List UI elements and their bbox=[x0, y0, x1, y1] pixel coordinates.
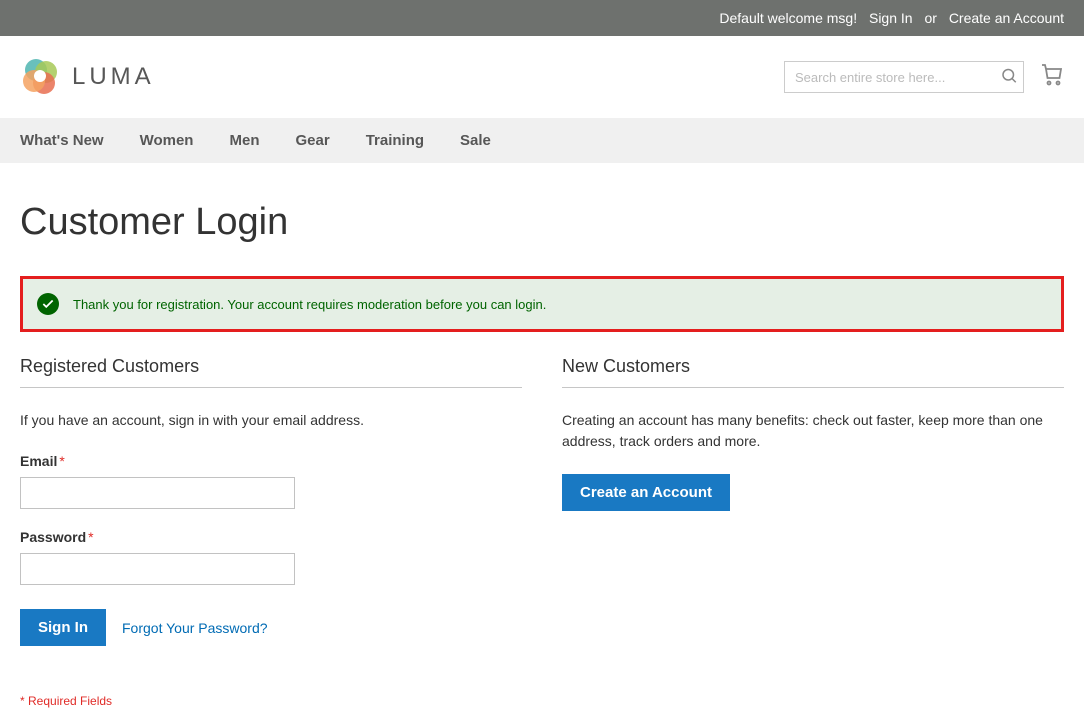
sign-in-button[interactable]: Sign In bbox=[20, 609, 106, 646]
logo-text: LUMA bbox=[72, 63, 155, 91]
required-asterisk: * bbox=[59, 453, 64, 469]
newcust-title: New Customers bbox=[562, 356, 1064, 388]
logo[interactable]: LUMA bbox=[20, 56, 155, 98]
nav-item-training[interactable]: Training bbox=[366, 118, 446, 163]
registered-title: Registered Customers bbox=[20, 356, 522, 388]
search-input[interactable] bbox=[784, 61, 1024, 93]
nav-item-gear[interactable]: Gear bbox=[295, 118, 351, 163]
registered-customers-block: Registered Customers If you have an acco… bbox=[20, 356, 522, 708]
new-customers-block: New Customers Creating an account has ma… bbox=[562, 356, 1064, 708]
password-field[interactable] bbox=[20, 553, 295, 585]
success-alert: Thank you for registration. Your account… bbox=[20, 276, 1064, 332]
create-account-link[interactable]: Create an Account bbox=[949, 10, 1064, 26]
sign-in-link[interactable]: Sign In bbox=[869, 10, 913, 26]
cart-button[interactable] bbox=[1040, 63, 1064, 92]
nav-item-women[interactable]: Women bbox=[140, 118, 216, 163]
search-icon bbox=[1000, 67, 1018, 85]
logo-icon bbox=[20, 56, 62, 98]
welcome-msg: Default welcome msg! bbox=[719, 10, 857, 26]
login-columns: Registered Customers If you have an acco… bbox=[20, 356, 1064, 708]
forgot-password-link[interactable]: Forgot Your Password? bbox=[122, 620, 268, 636]
required-asterisk: * bbox=[88, 529, 93, 545]
check-icon bbox=[37, 293, 59, 315]
registered-desc: If you have an account, sign in with you… bbox=[20, 410, 522, 431]
nav-item-sale[interactable]: Sale bbox=[460, 118, 513, 163]
email-field-wrapper: Email* bbox=[20, 453, 522, 509]
nav-item-whats-new[interactable]: What's New bbox=[20, 118, 126, 163]
email-label: Email* bbox=[20, 453, 522, 469]
login-actions: Sign In Forgot Your Password? bbox=[20, 609, 522, 646]
newcust-desc: Creating an account has many benefits: c… bbox=[562, 410, 1064, 452]
nav-item-men[interactable]: Men bbox=[229, 118, 281, 163]
email-field[interactable] bbox=[20, 477, 295, 509]
main-content: Customer Login Thank you for registratio… bbox=[0, 163, 1084, 728]
password-field-wrapper: Password* bbox=[20, 529, 522, 585]
top-bar: Default welcome msg! Sign In or Create a… bbox=[0, 0, 1084, 36]
cart-icon bbox=[1040, 63, 1064, 87]
header-right bbox=[784, 61, 1064, 93]
create-account-button[interactable]: Create an Account bbox=[562, 474, 730, 511]
main-nav: What's New Women Men Gear Training Sale bbox=[0, 118, 1084, 163]
search-box bbox=[784, 61, 1024, 93]
password-label: Password* bbox=[20, 529, 522, 545]
header: LUMA bbox=[0, 36, 1084, 118]
required-fields-note: * Required Fields bbox=[20, 694, 522, 708]
page-title: Customer Login bbox=[20, 201, 1064, 244]
or-text: or bbox=[924, 10, 936, 26]
alert-message: Thank you for registration. Your account… bbox=[73, 297, 546, 312]
search-button[interactable] bbox=[1000, 67, 1018, 88]
